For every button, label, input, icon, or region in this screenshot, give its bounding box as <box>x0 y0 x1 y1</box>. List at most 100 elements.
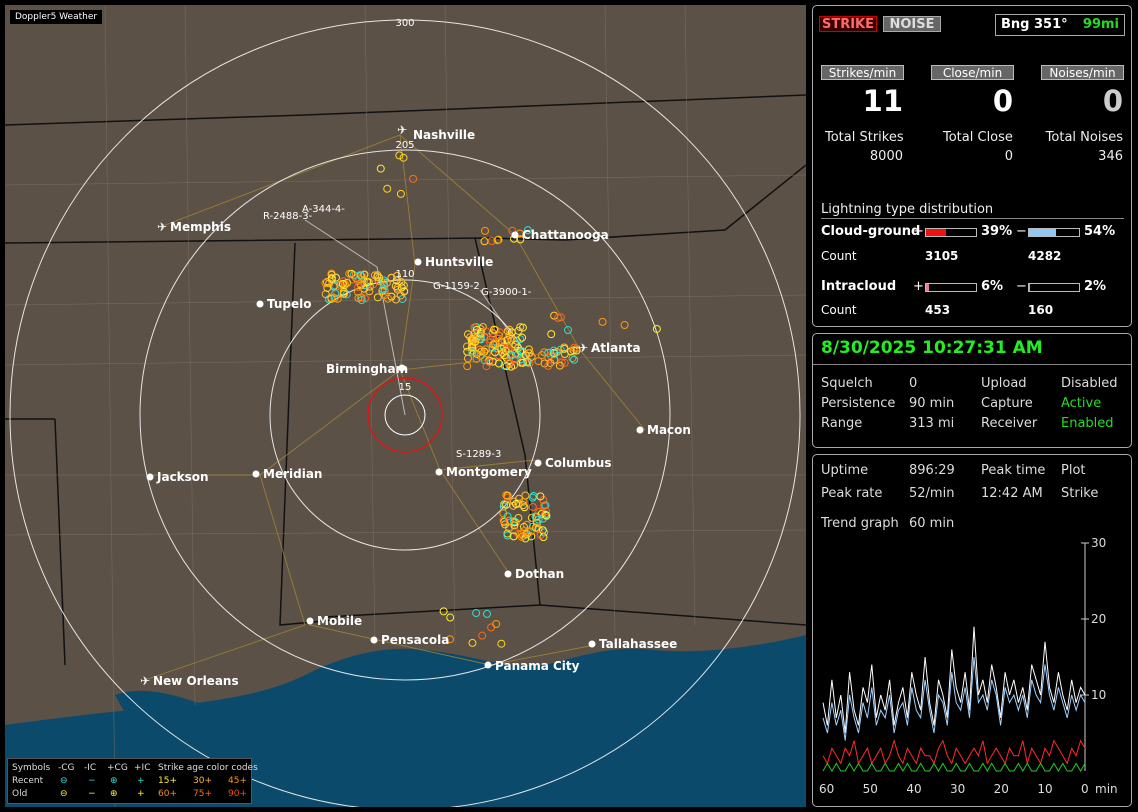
plot-label: Plot <box>1061 463 1086 478</box>
upload-value[interactable]: Disabled <box>1061 376 1117 391</box>
ring-label-300: 300 <box>395 18 414 29</box>
total-strikes-label: Total Strikes <box>825 130 904 145</box>
strike-map[interactable]: 300 205 110 15 A-344-4- R-2488-3- G-1159… <box>5 5 806 807</box>
minus-sign: − <box>1016 279 1027 294</box>
x-tick-label: 60 <box>819 782 834 796</box>
cg-positive-fill <box>926 229 946 236</box>
trend-series-line <box>822 626 1086 734</box>
ic-negative-fill <box>1029 284 1030 291</box>
city-memphis: Memphis <box>170 220 231 234</box>
city-nashville: Nashville <box>413 128 475 142</box>
y-tick-label: 30 <box>1091 536 1106 550</box>
city-chattanooga: Chattanooga <box>522 228 609 242</box>
ic-negative-count: 160 <box>1028 303 1054 317</box>
ic-positive-bar <box>925 283 977 292</box>
peak-time-label: Peak time <box>981 463 1046 478</box>
noises-per-min-label: Noises/min <box>1041 65 1124 80</box>
upload-label: Upload <box>981 376 1027 391</box>
ic-count-label: Count <box>821 303 857 317</box>
trend-series-line <box>822 762 1086 772</box>
persistence-value: 90 min <box>909 396 955 411</box>
legend-age-title: Strike age color codes <box>158 763 258 773</box>
divider <box>821 218 1124 219</box>
age-code: 90+ <box>228 789 247 799</box>
trend-graph-value[interactable]: 60 min <box>909 516 954 531</box>
x-tick-label: 10 <box>1037 782 1052 796</box>
receiver-label: Receiver <box>981 416 1038 431</box>
close-per-min-label: Close/min <box>931 65 1014 80</box>
age-code: 45+ <box>228 776 247 786</box>
airport-icon: ✈ <box>140 674 150 688</box>
noise-button[interactable]: NOISE <box>883 16 941 32</box>
persistence-label: Persistence <box>821 396 896 411</box>
legend-old-label: Old <box>12 789 28 799</box>
ic-negative-percent: 2% <box>1084 279 1107 294</box>
cg-positive-bar <box>925 228 977 237</box>
minus-sign: − <box>1016 224 1027 239</box>
legend-ic-pos: +IC <box>134 763 151 773</box>
plus-sign: + <box>913 224 924 239</box>
cg-negative-bar <box>1028 228 1080 237</box>
plot-value[interactable]: Strike <box>1061 486 1098 501</box>
city-montgomery: Montgomery <box>446 465 532 479</box>
x-unit-label: min <box>1095 782 1118 796</box>
city-new-orleans: New Orleans <box>153 674 239 688</box>
range-value: 313 mi <box>909 416 955 431</box>
total-close-label: Total Close <box>943 130 1013 145</box>
city-meridian: Meridian <box>263 467 322 481</box>
symbol-ic-neg-icon: − <box>88 789 96 799</box>
ring-label-110: 110 <box>395 269 414 280</box>
peak-rate-label: Peak rate <box>821 486 883 501</box>
peak-rate-value: 52/min <box>909 486 955 501</box>
strike-stats-panel: STRIKE NOISE Bng 351° 99mi Strikes/min C… <box>812 5 1132 327</box>
track-label: G-1159-2 <box>433 281 480 292</box>
symbol-cg-pos-icon: ⊕ <box>110 789 118 799</box>
ic-positive-percent: 6% <box>981 279 1004 294</box>
city-panama-city: Panama City <box>495 659 580 673</box>
trend-series-line <box>822 738 1086 765</box>
trend-panel: Uptime 896:29 Peak time Plot Peak rate 5… <box>812 454 1132 807</box>
age-code: 60+ <box>158 789 177 799</box>
city-pensacola: Pensacola <box>381 633 449 647</box>
cg-count-label: Count <box>821 249 857 263</box>
bearing-value: Bng 351° <box>1001 17 1068 32</box>
map-source-tag: Doppler5 Weather <box>10 10 103 24</box>
distribution-title: Lightning type distribution <box>821 202 994 217</box>
legend-cg-neg: -CG <box>58 763 75 773</box>
close-per-min-value: 0 <box>992 84 1013 118</box>
capture-value[interactable]: Active <box>1061 396 1101 411</box>
bearing-distance: 99mi <box>1082 17 1119 32</box>
strikes-per-min-value: 11 <box>862 84 903 118</box>
receiver-value[interactable]: Enabled <box>1061 416 1114 431</box>
bearing-readout: Bng 351° 99mi <box>995 14 1125 36</box>
total-noises-value: 346 <box>1098 149 1123 164</box>
total-strikes-value: 8000 <box>869 149 903 164</box>
peak-time-value: 12:42 AM <box>981 486 1043 501</box>
x-tick-label: 40 <box>906 782 921 796</box>
ic-positive-fill <box>926 284 929 291</box>
symbol-legend: Symbols -CG -IC +CG +IC Strike age color… <box>7 758 258 804</box>
track-label: R-2488-3- <box>263 211 313 222</box>
airport-icon: ✈ <box>157 220 167 234</box>
cg-negative-fill <box>1029 229 1056 236</box>
strike-button[interactable]: STRIKE <box>819 16 877 32</box>
legend-recent-label: Recent <box>12 776 44 786</box>
capture-label: Capture <box>981 396 1033 411</box>
symbol-ic-neg-icon: − <box>88 776 96 786</box>
ring-label-205: 205 <box>395 140 414 151</box>
y-tick-label: 10 <box>1091 688 1106 702</box>
x-tick-label: 30 <box>950 782 965 796</box>
x-tick-label: 0 <box>1081 782 1089 796</box>
city-tupelo: Tupelo <box>267 297 312 311</box>
cg-negative-percent: 54% <box>1084 224 1116 239</box>
squelch-value: 0 <box>909 376 918 391</box>
symbol-cg-neg-icon: ⊖ <box>60 789 68 799</box>
cg-positive-percent: 39% <box>981 224 1013 239</box>
intracloud-label: Intracloud <box>821 279 897 294</box>
legend-symbols-label: Symbols <box>12 763 51 773</box>
airport-icon: ✈ <box>578 341 588 355</box>
age-code: 15+ <box>158 776 177 786</box>
symbol-ic-pos-icon: + <box>137 789 145 799</box>
track-label: S-1289-3 <box>456 449 501 460</box>
airport-icon: ✈ <box>397 123 407 137</box>
